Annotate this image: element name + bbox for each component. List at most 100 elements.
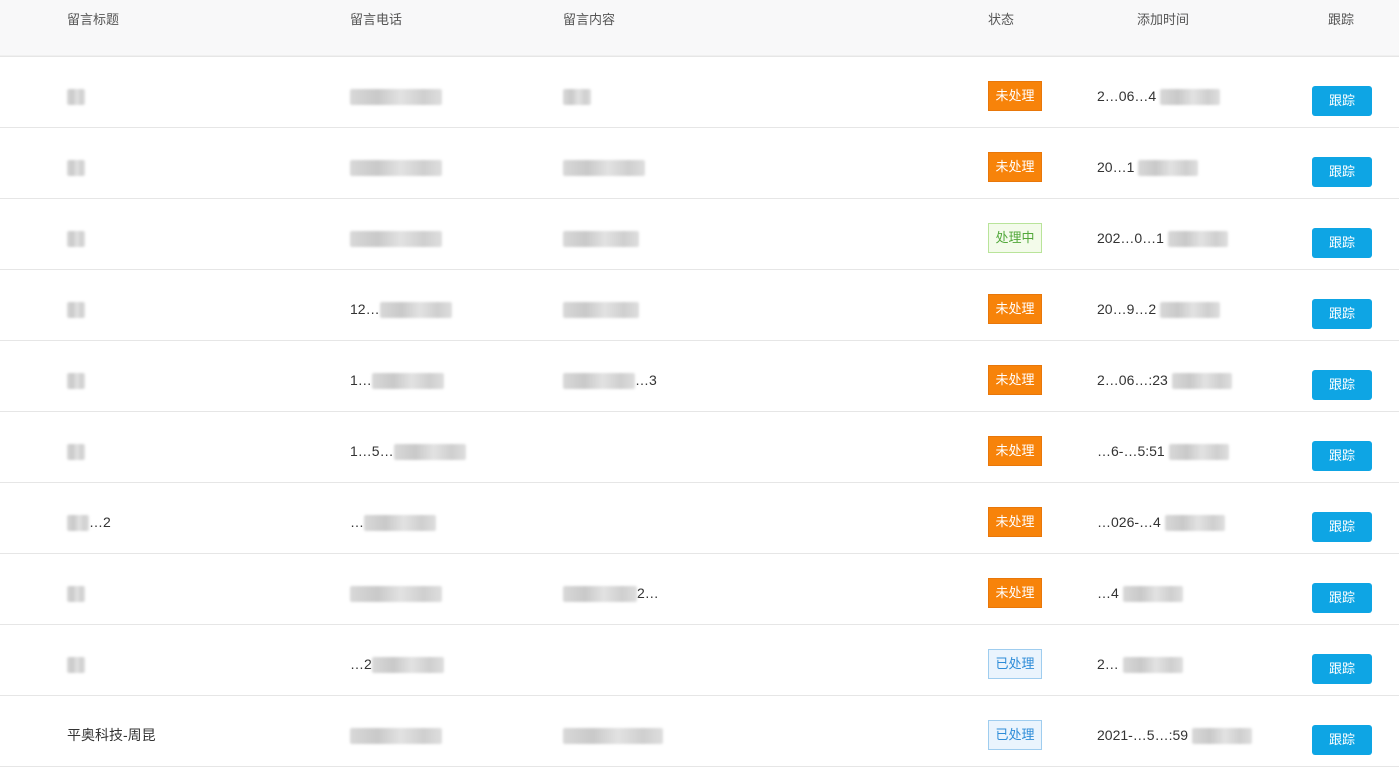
cell-title <box>67 228 85 248</box>
column-header-content[interactable]: 留言内容 <box>563 13 615 27</box>
cell-phone: …2 <box>350 654 444 674</box>
masked-text <box>1192 728 1253 745</box>
masked-text <box>350 231 442 248</box>
masked-text <box>1171 373 1232 390</box>
masked-text <box>1164 515 1225 532</box>
cell-title <box>67 157 85 177</box>
masked-text <box>67 373 85 390</box>
cell-content: …3 <box>563 370 657 390</box>
column-header-time[interactable]: 添加时间 <box>1137 13 1189 27</box>
masked-text <box>393 444 466 461</box>
cell-title <box>67 654 85 674</box>
masked-text <box>67 302 85 319</box>
cell-phone <box>350 86 442 106</box>
cell-phone: 1…5… <box>350 441 466 461</box>
table-row: …2 已处理 2… 跟踪 <box>0 625 1399 696</box>
status-badge: 未处理 <box>988 365 1042 395</box>
masked-text <box>67 444 85 461</box>
phone-text: … <box>350 514 364 530</box>
track-button[interactable]: 跟踪 <box>1312 370 1372 400</box>
status-badge: 已处理 <box>988 649 1042 679</box>
cell-title <box>67 441 85 461</box>
track-button[interactable]: 跟踪 <box>1312 86 1372 116</box>
table-row: 处理中 202…0…1 跟踪 <box>0 199 1399 270</box>
table-row: 未处理 20…1 跟踪 <box>0 128 1399 199</box>
column-header-phone[interactable]: 留言电话 <box>350 13 402 27</box>
track-button[interactable]: 跟踪 <box>1312 512 1372 542</box>
time-text: …4 <box>1097 585 1119 601</box>
track-button[interactable]: 跟踪 <box>1312 228 1372 258</box>
cell-content <box>563 228 639 248</box>
column-header-status[interactable]: 状态 <box>988 13 1014 27</box>
masked-text <box>1160 89 1221 106</box>
masked-text <box>1167 231 1228 248</box>
cell-title <box>67 370 85 390</box>
masked-text <box>371 373 444 390</box>
status-badge: 未处理 <box>988 152 1042 182</box>
cell-content <box>563 299 639 319</box>
status-badge: 未处理 <box>988 507 1042 537</box>
table-row: 1…5… 未处理 …6-…5:51 跟踪 <box>0 412 1399 483</box>
masked-text <box>563 89 591 106</box>
cell-phone: … <box>350 512 436 532</box>
masked-text <box>350 728 442 745</box>
cell-time: 2021-…5…:59 <box>1097 725 1253 745</box>
track-button[interactable]: 跟踪 <box>1312 299 1372 329</box>
masked-text <box>350 586 442 603</box>
masked-text <box>350 89 442 106</box>
cell-content: 2… <box>563 583 659 603</box>
cell-time: 20…1 <box>1097 157 1199 177</box>
phone-text: 1…5… <box>350 443 394 459</box>
phone-text: 1… <box>350 372 372 388</box>
title-text: 平奥科技-周昆 <box>67 727 156 743</box>
column-header-action: 跟踪 <box>1328 12 1355 27</box>
time-text: 202…0…1 <box>1097 230 1164 246</box>
track-button[interactable]: 跟踪 <box>1312 441 1372 471</box>
track-button[interactable]: 跟踪 <box>1312 725 1372 755</box>
masked-text <box>563 728 663 745</box>
status-badge: 处理中 <box>988 223 1042 253</box>
masked-text <box>67 586 85 603</box>
cell-time: 2…06…:23 <box>1097 370 1232 390</box>
cell-title: 平奥科技-周昆 <box>67 725 156 745</box>
table-row: …2 … 未处理 …026-…4 跟踪 <box>0 483 1399 554</box>
masked-text <box>364 515 436 532</box>
table-header: 留言标题 留言电话 留言内容 状态 添加时间 跟踪 <box>0 0 1399 57</box>
masked-text <box>67 231 85 248</box>
cell-phone <box>350 583 442 603</box>
cell-time: …026-…4 <box>1097 512 1225 532</box>
cell-phone <box>350 725 442 745</box>
title-text: …2 <box>89 514 111 530</box>
time-text: …6-…5:51 <box>1097 443 1165 459</box>
masked-text <box>563 231 639 248</box>
masked-text <box>563 586 637 603</box>
table-row: 平奥科技-周昆 已处理 2021-…5…:59 跟踪 <box>0 696 1399 767</box>
status-badge: 未处理 <box>988 578 1042 608</box>
cell-title <box>67 583 85 603</box>
cell-time: 20…9…2 <box>1097 299 1221 319</box>
masked-text <box>67 515 89 532</box>
cell-content <box>563 157 645 177</box>
cell-content <box>563 725 663 745</box>
masked-text <box>67 160 85 177</box>
cell-title: …2 <box>67 512 111 532</box>
time-text: 2…06…4 <box>1097 88 1157 104</box>
cell-phone <box>350 228 442 248</box>
masked-text <box>67 89 85 106</box>
track-button[interactable]: 跟踪 <box>1312 654 1372 684</box>
masked-text <box>563 373 635 390</box>
content-text: 2… <box>637 585 659 601</box>
track-button[interactable]: 跟踪 <box>1312 157 1372 187</box>
track-button[interactable]: 跟踪 <box>1312 583 1372 613</box>
table-row: 1… …3 未处理 2…06…:23 跟踪 <box>0 341 1399 412</box>
time-text: 2021-…5…:59 <box>1097 727 1189 743</box>
cell-title <box>67 299 85 319</box>
masked-text <box>1160 302 1221 319</box>
cell-title <box>67 86 85 106</box>
time-text: 2… <box>1097 656 1119 672</box>
column-header-title[interactable]: 留言标题 <box>67 13 119 27</box>
status-badge: 未处理 <box>988 294 1042 324</box>
cell-time: 202…0…1 <box>1097 228 1228 248</box>
cell-time: …6-…5:51 <box>1097 441 1229 461</box>
table-row: 未处理 2…06…4 跟踪 <box>0 57 1399 128</box>
